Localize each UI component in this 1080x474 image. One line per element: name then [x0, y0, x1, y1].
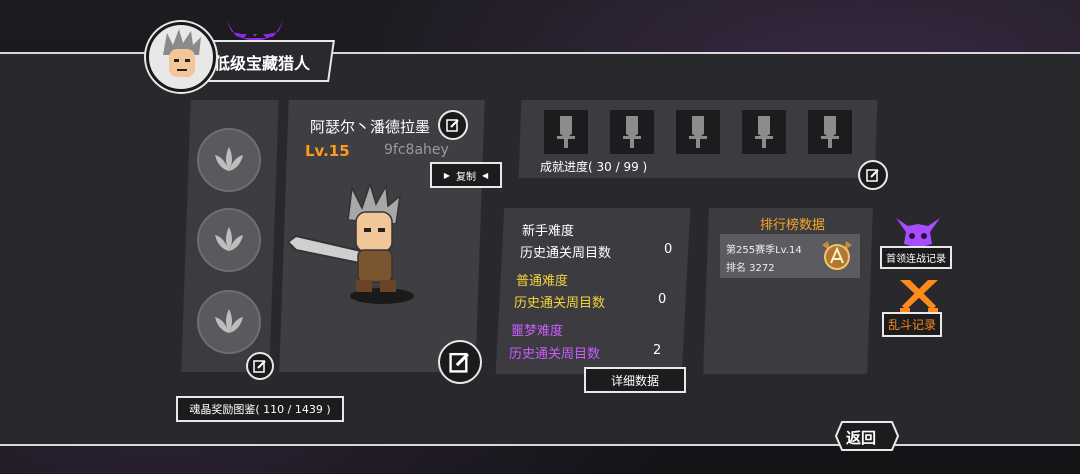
novice-title: 新手难度	[522, 224, 575, 239]
sword-icon	[557, 116, 575, 148]
novice-label: 历史通关周目数	[520, 246, 612, 261]
brawl-record-button[interactable]: 乱斗记录	[882, 312, 943, 337]
nightmare-label: 历史通关周目数	[509, 347, 601, 362]
detail-data-button[interactable]: 详细数据	[584, 367, 686, 393]
sword-icon	[821, 116, 839, 148]
soul-slot-3[interactable]	[197, 290, 261, 354]
edit-icon	[446, 119, 459, 132]
sword-icon	[689, 116, 707, 148]
normal-title: 普通难度	[516, 274, 569, 289]
achievement-slot-4[interactable]	[742, 110, 786, 154]
achievement-progress: 成就进度( 30 / 99 )	[540, 160, 648, 174]
sword-icon	[623, 116, 641, 148]
achievement-slot-2[interactable]	[610, 110, 654, 154]
copy-id-button[interactable]: ▶ 复制 ◀	[430, 162, 502, 188]
character-level: Lv.15	[305, 142, 350, 160]
ranking-title: 排行榜数据	[760, 218, 826, 233]
normal-label: 历史通关周目数	[514, 296, 606, 311]
soul-slot-2[interactable]	[197, 208, 261, 272]
lotus-icon	[215, 147, 243, 171]
return-button-label[interactable]: 返回	[846, 427, 876, 448]
achievement-slot-3[interactable]	[676, 110, 720, 154]
nightmare-value: 2	[653, 343, 662, 358]
normal-value: 0	[658, 292, 667, 307]
achievement-edit-button[interactable]	[858, 160, 888, 190]
player-avatar[interactable]	[146, 22, 216, 92]
edit-character-button[interactable]	[438, 340, 482, 384]
copy-label: 复制	[456, 171, 476, 183]
sword-icon	[755, 116, 773, 148]
character-id: 9fc8ahey	[384, 142, 449, 158]
ranking-season: 第255赛季Lv.14	[726, 245, 802, 256]
edit-icon	[866, 169, 879, 182]
lotus-icon	[215, 309, 243, 333]
avatar-face-icon	[163, 29, 201, 77]
edit-name-button[interactable]	[438, 110, 468, 140]
edit-icon	[449, 352, 469, 373]
ranking-position: 排名 3272	[726, 263, 775, 274]
achievement-slot-1[interactable]	[544, 110, 588, 154]
novice-value: 0	[664, 242, 673, 257]
soul-crystal-catalog-button[interactable]: 魂晶奖励图鉴( 110 / 1439 )	[176, 396, 344, 422]
character-sprite	[286, 184, 414, 304]
boss-demon-icon	[896, 218, 940, 248]
lotus-icon	[215, 227, 243, 251]
nightmare-title: 噩梦难度	[511, 324, 564, 339]
achievement-slot-5[interactable]	[808, 110, 852, 154]
boss-rush-record-button[interactable]: 首领连战记录	[880, 246, 952, 269]
edit-icon	[253, 360, 266, 373]
edit-soul-button[interactable]	[246, 352, 274, 380]
rank-medal-icon	[822, 241, 852, 270]
crossed-swords-icon	[900, 280, 938, 313]
page-title: 低级宝藏猎人	[214, 54, 311, 73]
soul-slot-1[interactable]	[197, 128, 261, 192]
arrow-left-icon: ◀	[482, 170, 489, 180]
character-name: 阿瑟尔丶潘德拉墨	[310, 118, 431, 136]
arrow-right-icon: ▶	[443, 170, 450, 180]
